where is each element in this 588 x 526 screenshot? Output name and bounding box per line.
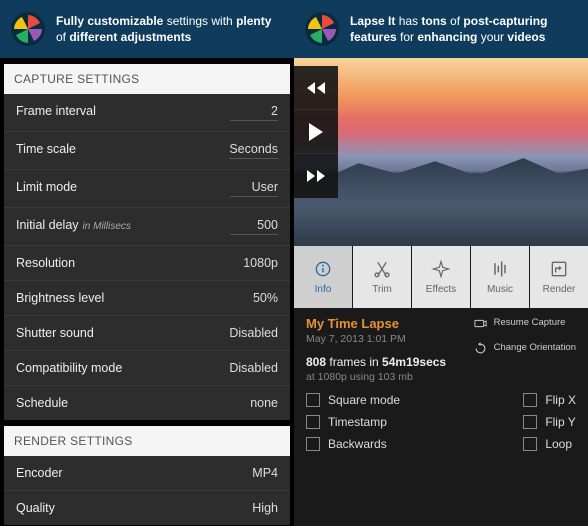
video-preview[interactable] (294, 58, 588, 246)
resume-capture-button[interactable]: Resume Capture (473, 316, 576, 331)
capture-label: Time scale (16, 142, 76, 156)
capture-value: 1080p (243, 256, 278, 270)
tool-render[interactable]: Render (530, 246, 588, 308)
left-pane: Fully customizable settings with plenty … (0, 0, 294, 526)
checkbox-backwards[interactable]: Backwards (306, 437, 400, 451)
render-row[interactable]: Encoder MP4 (4, 456, 290, 491)
change-orientation-button[interactable]: Change Orientation (473, 341, 576, 356)
options-checkboxes: Square mode Timestamp Backwards Flip X Flip… (294, 387, 588, 451)
checkbox-box (523, 415, 537, 429)
render-header: RENDER SETTINGS (4, 426, 290, 456)
toolbar: Info Trim Effects Music Render (294, 246, 588, 308)
forward-button[interactable] (294, 154, 338, 198)
render-panel: RENDER SETTINGS Encoder MP4 Quality High (4, 426, 290, 525)
capture-row[interactable]: Time scale Seconds (4, 132, 290, 170)
right-banner: Lapse It has tons of post-capturing feat… (294, 0, 588, 58)
checkbox-box (306, 437, 320, 451)
checkbox-square-mode[interactable]: Square mode (306, 393, 400, 407)
checkbox-label: Loop (545, 437, 572, 451)
left-banner: Fully customizable settings with plenty … (0, 0, 294, 58)
checkbox-timestamp[interactable]: Timestamp (306, 415, 400, 429)
capture-label: Shutter sound (16, 326, 94, 340)
capture-label: Limit mode (16, 180, 77, 194)
capture-value: 2 (230, 104, 278, 121)
capture-label: Frame interval (16, 104, 96, 118)
tool-music[interactable]: Music (471, 246, 530, 308)
project-date: May 7, 2013 1:01 PM (306, 333, 461, 345)
pinwheel-logo-icon (10, 11, 46, 47)
checkbox-label: Square mode (328, 393, 400, 407)
tool-label: Render (543, 284, 576, 295)
render-label: Encoder (16, 466, 63, 480)
capture-row[interactable]: Resolution 1080p (4, 246, 290, 281)
left-banner-text: Fully customizable settings with plenty … (56, 13, 284, 45)
playback-controls (294, 66, 338, 198)
effects-icon (431, 259, 451, 279)
trim-icon (372, 259, 392, 279)
project-subline: at 1080p using 103 mb (306, 371, 461, 383)
checkbox-label: Flip X (545, 393, 576, 407)
info-icon (313, 259, 333, 279)
capture-value: Disabled (229, 361, 278, 375)
capture-value: User (230, 180, 278, 197)
capture-label: Brightness level (16, 291, 104, 305)
capture-label: Initial delayin Millisecs (16, 218, 131, 232)
right-pane: Lapse It has tons of post-capturing feat… (294, 0, 588, 526)
capture-panel: CAPTURE SETTINGS Frame interval 2 Time sca… (4, 64, 290, 420)
capture-label: Resolution (16, 256, 75, 270)
capture-value: 50% (253, 291, 278, 305)
right-body: Info Trim Effects Music Render My Time Lapse… (294, 58, 588, 526)
capture-row[interactable]: Schedule none (4, 386, 290, 420)
rewind-button[interactable] (294, 66, 338, 110)
render-icon (549, 259, 569, 279)
tool-label: Effects (426, 284, 456, 295)
tool-label: Trim (372, 284, 392, 295)
checkbox-box (306, 415, 320, 429)
project-details: My Time Lapse May 7, 2013 1:01 PM 808 fr… (294, 308, 588, 387)
checkbox-box (523, 437, 537, 451)
checkbox-loop[interactable]: Loop (523, 437, 576, 451)
capture-value: Seconds (229, 142, 278, 159)
render-value: MP4 (252, 466, 278, 480)
tool-label: Info (315, 284, 332, 295)
capture-value: 500 (230, 218, 278, 235)
left-body: CAPTURE SETTINGS Frame interval 2 Time sca… (0, 58, 294, 526)
render-row[interactable]: Quality High (4, 491, 290, 525)
checkbox-flip-x[interactable]: Flip X (523, 393, 576, 407)
tool-label: Music (487, 284, 513, 295)
checkbox-flip-y[interactable]: Flip Y (523, 415, 576, 429)
render-value: High (252, 501, 278, 515)
tool-info[interactable]: Info (294, 246, 353, 308)
rotate-icon (473, 341, 488, 356)
right-banner-text: Lapse It has tons of post-capturing feat… (350, 13, 578, 45)
capture-row[interactable]: Frame interval 2 (4, 94, 290, 132)
sublabel: in Millisecs (83, 221, 131, 232)
capture-row[interactable]: Initial delayin Millisecs 500 (4, 208, 290, 246)
pinwheel-logo-icon (304, 11, 340, 47)
capture-row[interactable]: Limit mode User (4, 170, 290, 208)
capture-row[interactable]: Shutter sound Disabled (4, 316, 290, 351)
capture-row[interactable]: Compatibility mode Disabled (4, 351, 290, 386)
capture-label: Schedule (16, 396, 68, 410)
checkbox-box (523, 393, 537, 407)
checkbox-box (306, 393, 320, 407)
checkbox-label: Backwards (328, 437, 387, 451)
render-label: Quality (16, 501, 55, 515)
tool-effects[interactable]: Effects (412, 246, 471, 308)
tool-trim[interactable]: Trim (353, 246, 412, 308)
capture-row[interactable]: Brightness level 50% (4, 281, 290, 316)
capture-header: CAPTURE SETTINGS (4, 64, 290, 94)
music-icon (490, 259, 510, 279)
capture-value: Disabled (229, 326, 278, 340)
checkbox-label: Timestamp (328, 415, 387, 429)
play-button[interactable] (294, 110, 338, 154)
project-title: My Time Lapse (306, 316, 461, 331)
capture-value: none (250, 396, 278, 410)
checkbox-label: Flip Y (545, 415, 575, 429)
camera-play-icon (473, 316, 488, 331)
capture-label: Compatibility mode (16, 361, 122, 375)
project-frames: 808 frames in 54m19secs (306, 355, 461, 369)
